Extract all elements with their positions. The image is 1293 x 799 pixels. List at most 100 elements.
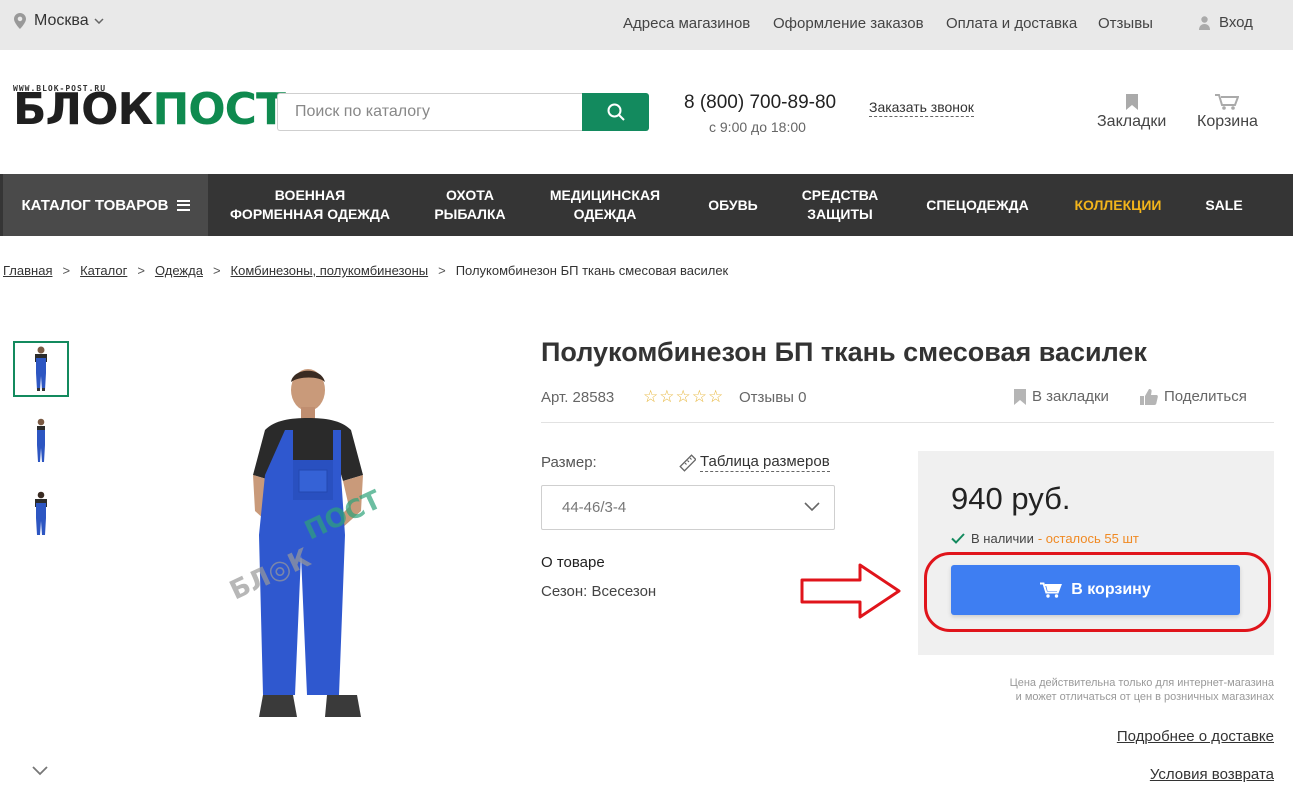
price-disclaimer: Цена действительна только для интернет-м… <box>954 676 1274 704</box>
season-property: Сезон: Всесезон <box>541 583 657 600</box>
breadcrumb-overalls[interactable]: Комбинезоны, полукомбинезоны <box>231 263 429 278</box>
user-icon <box>1199 15 1210 30</box>
phone-number[interactable]: 8 (800) 700-89-80 <box>684 92 836 114</box>
share-label: Поделиться <box>1164 388 1247 405</box>
hamburger-icon <box>176 199 190 211</box>
nav-line: ВОЕННАЯ <box>274 187 346 203</box>
callback-link[interactable]: Заказать звонок <box>869 99 974 117</box>
login-label: Вход <box>1219 14 1253 31</box>
header-cart[interactable]: Корзина <box>1197 94 1258 131</box>
toplink-ordering[interactable]: Оформление заказов <box>773 15 924 32</box>
site-logo[interactable]: WWW.BLOK-POST.RU БЛОКПОСТ <box>13 84 286 134</box>
breadcrumb-separator: > <box>438 263 446 278</box>
nav-military-uniform[interactable]: ВОЕННАЯ ФОРМЕННАЯ ОДЕЖДА <box>225 174 395 236</box>
catalog-menu-button[interactable]: КАТАЛОГ ТОВАРОВ <box>3 174 208 236</box>
delivery-info-link[interactable]: Подробнее о доставке <box>1117 728 1274 745</box>
bookmark-icon <box>1125 94 1138 110</box>
search-icon <box>607 103 625 121</box>
cart-icon <box>1040 582 1063 598</box>
nav-footwear[interactable]: ОБУВЬ <box>695 174 771 236</box>
price-note-line: и может отличаться от цен в розничных ма… <box>1015 691 1274 703</box>
reviews-count[interactable]: Отзывы 0 <box>739 389 806 406</box>
breadcrumb-separator: > <box>62 263 71 278</box>
product-thumbnail-image <box>37 418 45 462</box>
logo-wordmark: БЛОКПОСТ <box>13 84 286 135</box>
logo-part-post: ПОСТ <box>152 84 286 135</box>
search-button[interactable] <box>582 93 649 131</box>
remaining-count: - осталось 55 шт <box>1037 531 1139 546</box>
thumbs-up-icon <box>1140 388 1158 405</box>
nav-line: ФОРМЕННАЯ ОДЕЖДА <box>229 206 391 222</box>
breadcrumb-current: Полукомбинезон БП ткань смесовая василек <box>455 263 729 278</box>
header-bookmarks[interactable]: Закладки <box>1097 94 1166 131</box>
nav-line: ЗАЩИТЫ <box>807 206 873 222</box>
stock-status: В наличии - осталось 55 шт <box>951 531 1139 546</box>
catalog-label: КАТАЛОГ ТОВАРОВ <box>21 196 169 214</box>
gallery-scroll-down-icon[interactable] <box>32 766 48 776</box>
share-button[interactable]: Поделиться <box>1140 388 1247 405</box>
breadcrumb-clothing[interactable]: Одежда <box>155 263 203 278</box>
product-title: Полукомбинезон БП ткань смесовая василек <box>541 337 1147 367</box>
nav-medical-clothing[interactable]: МЕДИЦИНСКАЯ ОДЕЖДА <box>540 174 670 236</box>
nav-line: КОЛЛЕКЦИИ <box>1074 196 1162 213</box>
annotation-arrow-icon <box>800 563 901 619</box>
cart-label: Корзина <box>1197 113 1258 130</box>
product-price: 940 руб. <box>951 481 1071 516</box>
size-selected-value: 44-46/3-4 <box>562 499 627 516</box>
nav-hunting-fishing[interactable]: ОХОТА РЫБАЛКА <box>420 174 520 236</box>
nav-line: ОДЕЖДА <box>573 206 637 222</box>
nav-protection[interactable]: СРЕДСТВА ЗАЩИТЫ <box>790 174 890 236</box>
toplink-payment-delivery[interactable]: Оплата и доставка <box>946 15 1077 32</box>
product-article: Арт. 28583 <box>541 389 615 406</box>
add-to-cart-button[interactable]: В корзину <box>951 565 1240 615</box>
nav-line: СРЕДСТВА <box>801 187 879 203</box>
toplink-stores[interactable]: Адреса магазинов <box>623 15 750 32</box>
divider <box>541 422 1274 423</box>
product-thumbnail-image <box>35 491 47 535</box>
returns-policy-link[interactable]: Условия возврата <box>1150 766 1274 783</box>
nav-line: МЕДИЦИНСКАЯ <box>549 187 661 203</box>
price-note-line: Цена действительна только для интернет-м… <box>1009 677 1274 689</box>
size-table-label: Таблица размеров <box>700 453 830 472</box>
product-main-image[interactable]: БЛ◎К ПОСТ <box>215 360 405 740</box>
gallery-thumbnail-1[interactable] <box>13 341 69 397</box>
search-form <box>277 93 649 131</box>
search-input[interactable] <box>277 93 587 131</box>
about-product-heading: О товаре <box>541 554 605 571</box>
breadcrumb: Главная > Каталог > Одежда > Комбинезоны, полу… <box>3 263 728 278</box>
checkmark-icon <box>951 533 965 544</box>
size-label: Размер: <box>541 454 597 471</box>
nav-line: СПЕЦОДЕЖДА <box>926 196 1029 213</box>
chevron-down-icon <box>804 502 820 512</box>
in-stock-label: В наличии <box>971 531 1034 546</box>
breadcrumb-separator: > <box>137 263 145 278</box>
rating-stars[interactable]: ☆☆☆☆☆ <box>643 387 724 407</box>
add-bookmark-button[interactable]: В закладки <box>1014 388 1109 405</box>
top-bar: Москва Адреса магазинов Оформление заказ… <box>0 0 1293 50</box>
nav-line: ОБУВЬ <box>708 196 758 213</box>
toplink-reviews[interactable]: Отзывы <box>1098 15 1153 32</box>
ruler-icon <box>679 453 696 472</box>
cart-icon <box>1215 94 1240 110</box>
add-to-cart-label: В корзину <box>1071 581 1151 598</box>
nav-sale[interactable]: SALE <box>1195 174 1253 236</box>
nav-line: РЫБАЛКА <box>434 206 506 222</box>
nav-line: SALE <box>1205 196 1243 213</box>
logo-part-blok: БЛОК <box>13 84 153 135</box>
login-link[interactable]: Вход <box>1199 14 1253 31</box>
breadcrumb-catalog[interactable]: Каталог <box>80 263 127 278</box>
bookmarks-label: Закладки <box>1097 113 1167 130</box>
bookmark-label: В закладки <box>1032 388 1109 405</box>
work-hours: с 9:00 до 18:00 <box>709 119 806 135</box>
bookmark-icon <box>1014 388 1026 405</box>
breadcrumb-home[interactable]: Главная <box>3 263 52 278</box>
main-navigation: КАТАЛОГ ТОВАРОВ ВОЕННАЯ ФОРМЕННАЯ ОДЕЖДА … <box>0 174 1293 236</box>
product-thumbnail-image <box>35 346 47 391</box>
gallery-thumbnail-3[interactable] <box>13 486 69 542</box>
size-table-link[interactable]: Таблица размеров <box>678 453 830 472</box>
size-select[interactable]: 44-46/3-4 <box>541 485 835 530</box>
breadcrumb-separator: > <box>212 263 221 278</box>
nav-workwear[interactable]: СПЕЦОДЕЖДА <box>915 174 1040 236</box>
gallery-thumbnail-2[interactable] <box>13 413 69 469</box>
nav-collections[interactable]: КОЛЛЕКЦИИ <box>1063 174 1173 236</box>
